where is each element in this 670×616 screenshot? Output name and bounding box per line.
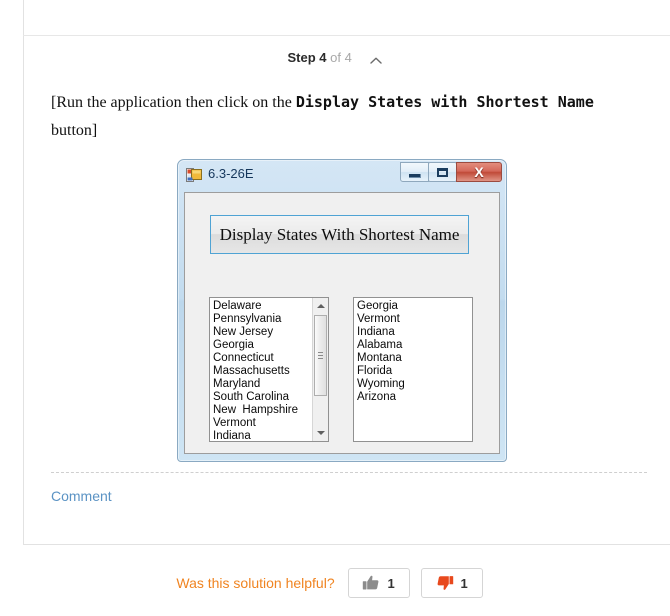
instruction-prefix: [Run the application then click on the [51,94,296,111]
upvote-count: 1 [387,575,395,591]
scroll-down-icon[interactable] [313,425,328,441]
step-label: Step 4 [287,50,327,65]
window-title-bar: 6.3-26E X [178,160,506,190]
downvote-count: 1 [460,575,468,591]
comment-link[interactable]: Comment [51,488,112,504]
form-client-area: Display States With Shortest Name Delawa… [184,192,500,454]
list-item[interactable]: Indiana [213,430,328,441]
downvote-button[interactable]: 1 [420,568,483,598]
all-states-listbox[interactable]: Delaware Pennsylvania New Jersey Georgia Con… [209,297,329,442]
list-item[interactable]: Massachusetts [213,365,328,378]
list-item[interactable]: New Hampshire [213,404,328,417]
close-icon[interactable]: X [456,162,502,182]
list-item[interactable]: Connecticut [213,352,328,365]
thumbs-down-icon [435,574,454,592]
list-item[interactable]: South Carolina [213,391,328,404]
comment-divider [51,472,647,473]
shortest-names-listbox[interactable]: Georgia Vermont Indiana Alabama Montana Flori… [353,297,473,442]
minimize-icon[interactable] [400,162,429,182]
list-item[interactable]: Georgia [213,339,328,352]
thumbs-up-icon [362,574,381,592]
list-item[interactable]: New Jersey [213,326,328,339]
list-item[interactable]: Montana [357,352,472,365]
list-item[interactable]: Arizona [357,391,472,404]
helpful-question: Was this solution helpful? [176,575,335,591]
step-header: Step 4 of 4 [23,48,648,68]
instruction-suffix: button] [51,122,98,139]
scroll-up-icon[interactable] [313,298,328,314]
helpful-bar: Was this solution helpful? 1 1 [0,568,670,598]
step-total-label: of 4 [330,50,352,65]
card-top-divider [23,35,670,36]
app-window: 6.3-26E X Display States With Shortest N… [177,159,507,462]
all-states-items: Delaware Pennsylvania New Jersey Georgia Con… [213,300,328,441]
upvote-button[interactable]: 1 [347,568,410,598]
list-item[interactable]: Florida [357,365,472,378]
list-item[interactable]: Wyoming [357,378,472,391]
maximize-icon[interactable] [428,162,457,182]
window-controls: X [400,162,502,183]
list-item[interactable]: Alabama [357,339,472,352]
list-item[interactable]: Pennsylvania [213,313,328,326]
scrollbar-grip-icon [318,351,323,360]
window-title: 6.3-26E [208,166,254,181]
scrollbar-thumb[interactable] [314,315,327,396]
chevron-up-icon[interactable] [369,54,383,68]
vb-form-icon [186,168,202,183]
listbox-scrollbar[interactable] [312,298,328,441]
instruction-text: [Run the application then click on the D… [51,88,631,145]
shortest-names-items: Georgia Vermont Indiana Alabama Montana Flori… [357,300,472,404]
instruction-button-name: Display States with Shortest Name [295,93,594,111]
list-item[interactable]: Delaware [213,300,328,313]
list-item[interactable]: Indiana [357,326,472,339]
display-states-button[interactable]: Display States With Shortest Name [210,215,469,254]
list-item[interactable]: Georgia [357,300,472,313]
list-item[interactable]: Vermont [357,313,472,326]
close-glyph: X [474,164,484,180]
list-item[interactable]: Vermont [213,417,328,430]
list-item[interactable]: Maryland [213,378,328,391]
